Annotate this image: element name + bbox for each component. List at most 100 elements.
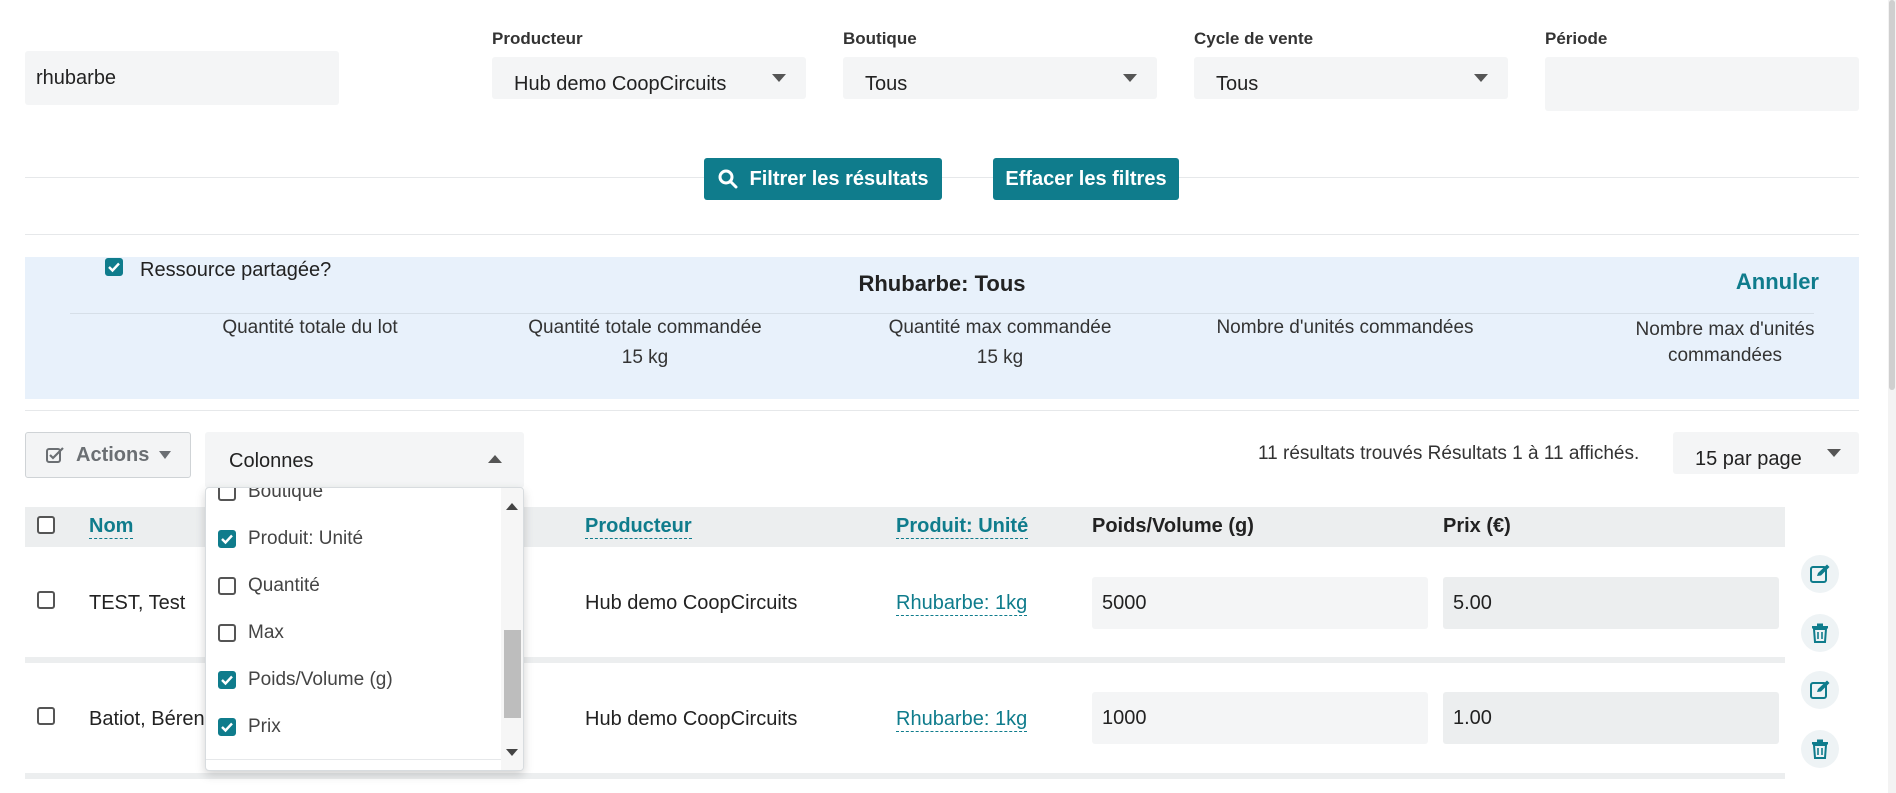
column-option-label: Boutique [248,487,324,502]
divider [206,759,501,760]
column-header-name[interactable]: Nom [89,515,134,539]
trash-icon [1812,739,1828,759]
summary-col-label: Quantité max commandée [888,317,1112,338]
clear-filters-label: Effacer les filtres [1005,167,1167,190]
column-header-price: Prix (€) [1443,515,1511,537]
column-option-label: Quantité [248,574,320,596]
search-input-value: rhubarbe [36,67,117,89]
delete-button[interactable] [1801,614,1839,652]
row-name: TEST, Test [89,592,186,614]
cycle-label: Cycle de vente [1194,29,1314,48]
summary-col-label: Quantité totale commandée [528,317,762,338]
column-option-boutique[interactable]: Boutique [206,487,501,515]
column-option-checkbox [218,576,236,595]
per-page-select[interactable]: 15 par page [1673,432,1859,474]
filter-results-button[interactable]: Filtrer les résultats [704,158,942,200]
column-option-produit-unite[interactable]: Produit: Unité [206,515,501,562]
row-separator [25,773,1785,779]
shop-select[interactable]: Tous [843,57,1157,99]
scroll-down-arrow-icon[interactable] [506,749,518,756]
summary-col-max-ordered: Quantité max commandée 15 kg [850,317,1150,369]
shop-select-value: Tous [865,73,908,95]
column-option-prix[interactable]: Prix [206,703,501,750]
row-unit-link[interactable]: Rhubarbe: 1kg [896,708,1028,732]
edit-button[interactable] [1801,555,1839,593]
column-header-unit[interactable]: Produit: Unité [896,515,1029,539]
column-option-poids-volume[interactable]: Poids/Volume (g) [206,656,501,703]
weight-input[interactable]: 1000 [1092,692,1428,744]
column-option-max[interactable]: Max [206,609,501,656]
summary-col-value: 15 kg [621,347,669,368]
chevron-down-icon [1474,74,1488,82]
row-checkbox[interactable] [37,707,55,725]
page-scrollbar[interactable] [1888,0,1896,793]
chevron-down-icon [1827,449,1841,457]
dropdown-scrollbar[interactable] [501,488,523,770]
price-input-value: 1.00 [1453,707,1492,729]
page-scrollbar-thumb[interactable] [1889,0,1895,390]
column-option-label: Max [248,621,284,643]
period-input[interactable] [1545,57,1859,111]
check-icon [221,534,233,544]
producer-select-value: Hub demo CoopCircuits [514,73,727,95]
clear-filters-button[interactable]: Effacer les filtres [993,158,1179,200]
actions-button[interactable]: Actions [25,432,191,478]
columns-select[interactable]: Colonnes [205,432,524,488]
producer-select[interactable]: Hub demo CoopCircuits [492,57,806,99]
columns-select-label: Colonnes [229,450,314,472]
actions-label: Actions [76,443,150,466]
edit-icon [1810,680,1830,699]
price-input-value: 5.00 [1453,592,1492,614]
summary-col-label: Nombre max d'unités commandées [1635,319,1815,366]
divider [25,177,1859,178]
results-count: 11 résultats trouvés Résultats 1 à 11 af… [1258,443,1640,464]
checkbox-edit-icon [46,447,64,463]
column-option-label: Prix [248,715,281,737]
scrollbar-thumb[interactable] [504,630,521,718]
summary-col-label: Quantité totale du lot [222,317,398,338]
shared-resource-panel: Ressource partagée? Rhubarbe: Tous Annul… [25,257,1859,399]
scroll-up-arrow-icon[interactable] [506,503,518,510]
search-icon [718,169,738,189]
check-icon [221,675,233,685]
summary-col-label: Nombre d'unités commandées [1216,317,1474,338]
summary-col-max-units: Nombre max d'unités commandées [1595,317,1855,369]
chevron-up-icon [488,455,502,463]
cycle-select-value: Tous [1216,73,1259,95]
row-producer: Hub demo CoopCircuits [585,708,798,730]
select-all-checkbox[interactable] [37,516,55,534]
summary-col-units-ordered: Nombre d'unités commandées [1185,317,1505,347]
summary-col-total-ordered: Quantité totale commandée 15 kg [495,317,795,369]
chevron-down-icon [159,451,172,459]
summary-title: Rhubarbe: Tous [858,271,1026,296]
chevron-down-icon [1123,74,1137,82]
check-icon [221,722,233,732]
search-input[interactable]: rhubarbe [25,51,339,105]
delete-button[interactable] [1801,730,1839,768]
row-checkbox[interactable] [37,591,55,609]
column-option-checkbox [218,623,236,642]
column-header-weight: Poids/Volume (g) [1092,515,1254,537]
edit-button[interactable] [1801,671,1839,709]
divider [70,313,1814,314]
price-input[interactable]: 1.00 [1443,692,1779,744]
period-label: Période [1545,29,1608,48]
row-name: Batiot, Béren [89,708,205,730]
summary-col-total-lot: Quantité totale du lot [160,317,460,347]
column-option-quantite[interactable]: Quantité [206,562,501,609]
column-option-label: Produit: Unité [248,527,364,549]
divider [25,234,1859,235]
cycle-select[interactable]: Tous [1194,57,1508,99]
shop-label: Boutique [843,29,917,48]
row-unit-link[interactable]: Rhubarbe: 1kg [896,592,1028,616]
trash-icon [1812,623,1828,643]
cancel-link[interactable]: Annuler [1736,269,1819,295]
column-header-producer[interactable]: Producteur [585,515,692,539]
weight-input[interactable]: 5000 [1092,577,1428,629]
divider [25,410,1859,411]
weight-input-value: 5000 [1102,592,1147,614]
price-input[interactable]: 5.00 [1443,577,1779,629]
column-option-checkbox [218,670,236,689]
per-page-value: 15 par page [1695,448,1802,470]
producer-label: Producteur [492,29,583,48]
